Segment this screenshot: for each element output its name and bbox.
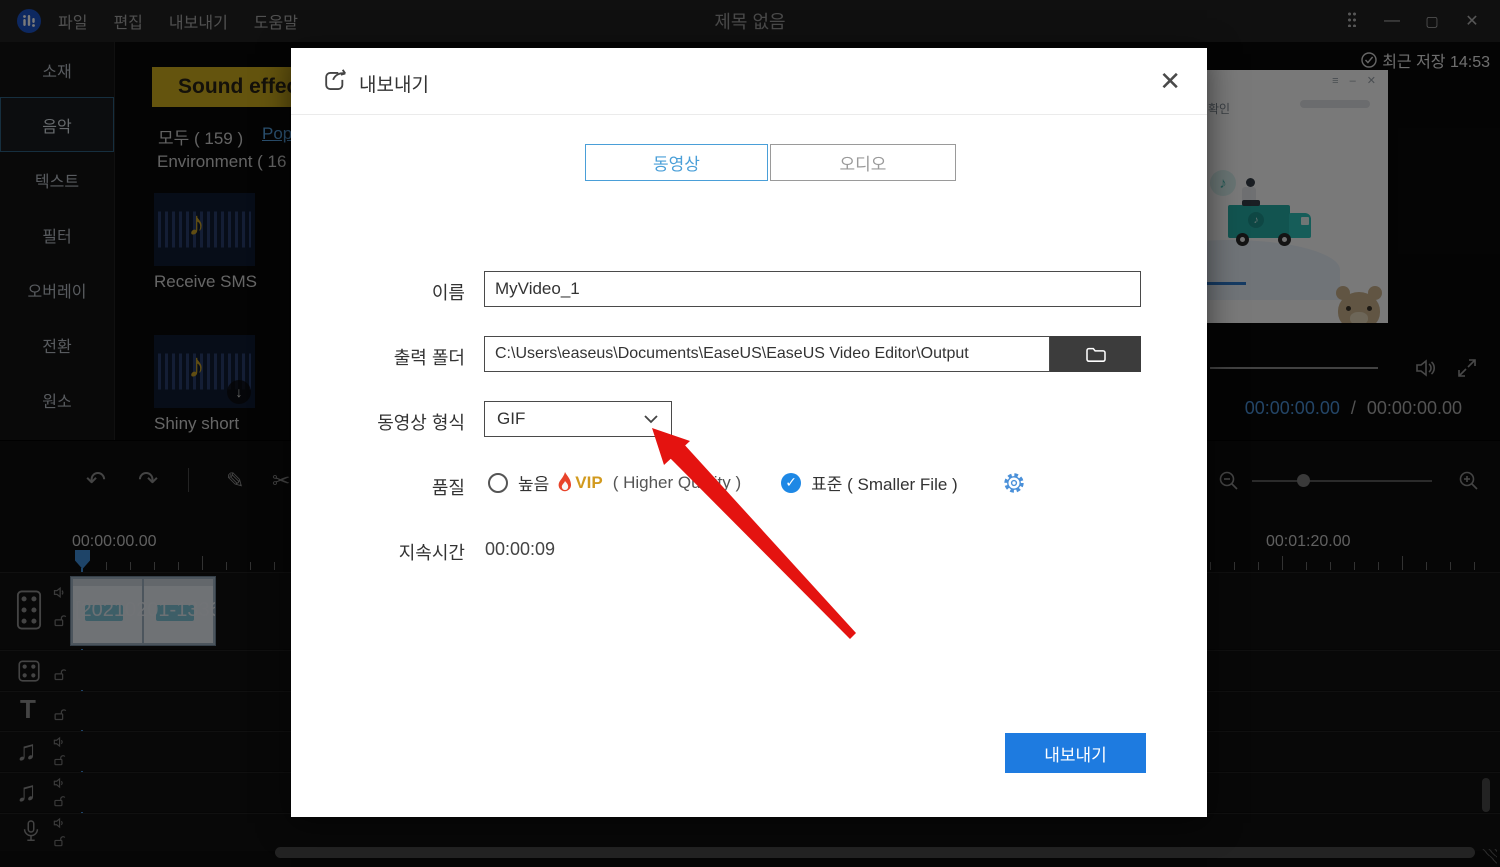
quality-label: 품질 [291,474,465,500]
output-folder-label: 출력 폴더 [291,344,465,370]
chevron-down-icon [643,414,659,424]
quality-high-radio[interactable] [488,473,508,493]
name-input[interactable] [484,271,1141,307]
export-icon [321,66,351,96]
format-value: GIF [497,409,525,429]
quality-high-suffix: ( Higher Quality ) [613,473,741,493]
video-format-dropdown[interactable]: GIF [484,401,672,437]
quality-high-text[interactable]: 높음 [518,470,549,495]
quality-standard-text[interactable]: 표준 ( Smaller File ) [811,470,958,495]
folder-icon [1085,345,1107,363]
name-label: 이름 [291,279,465,305]
settings-gear-icon[interactable] [1002,471,1026,495]
duration-value: 00:00:09 [485,539,555,560]
dialog-close-icon[interactable]: ✕ [1159,66,1181,97]
dialog-title: 내보내기 [359,70,429,97]
tab-audio[interactable]: 오디오 [770,144,956,181]
duration-label: 지속시간 [291,539,465,565]
export-confirm-button[interactable]: 내보내기 [1005,733,1146,773]
vip-flame-icon [555,471,575,495]
browse-folder-button[interactable] [1050,336,1141,372]
app-window: 파일 편집 내보내기 도움말 제목 없음 — ▢ ✕ 최근 저장 14:53 소… [0,0,1500,867]
export-dialog: 내보내기 ✕ 동영상 오디오 이름 출력 폴더 동영상 형식 GIF 품질 높음 [291,48,1207,817]
vip-badge: VIP [575,473,602,493]
output-folder-input[interactable] [484,336,1050,372]
video-format-label: 동영상 형식 [291,409,465,435]
tab-video[interactable]: 동영상 [585,144,768,181]
export-dialog-header: 내보내기 ✕ [291,48,1207,115]
quality-standard-radio[interactable]: ✓ [781,473,801,493]
